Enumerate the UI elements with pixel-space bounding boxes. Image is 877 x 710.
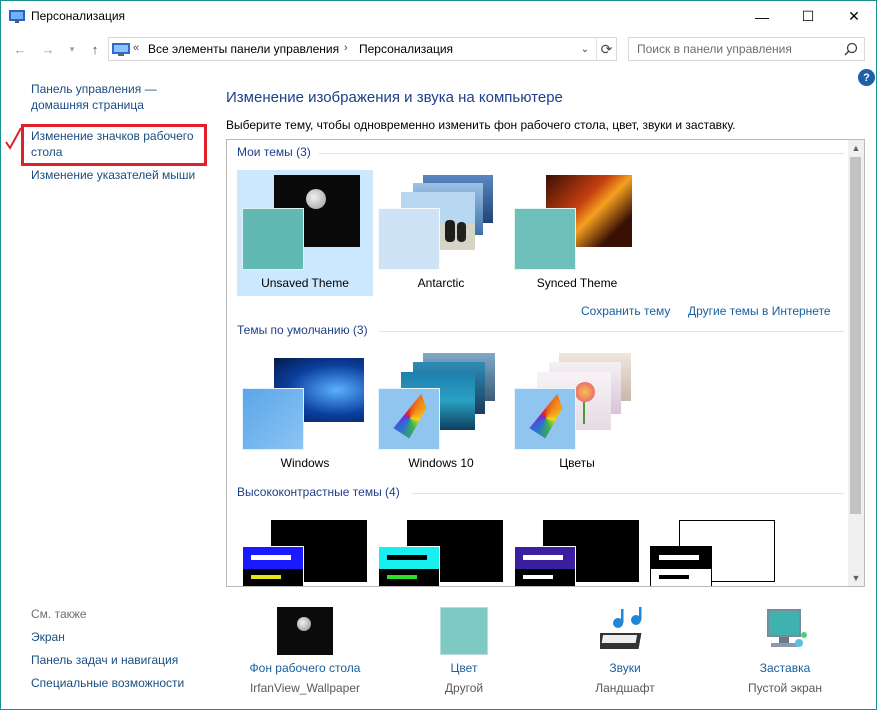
bottom-label[interactable]: Цвет (389, 661, 539, 675)
recent-chevron-down-icon[interactable]: ▾ (63, 41, 81, 57)
sounds-icon (600, 607, 642, 649)
breadcrumb-separator[interactable]: › (344, 42, 348, 54)
minimize-button[interactable]: — (739, 1, 785, 32)
theme-windows-10[interactable]: Windows 10 (373, 350, 509, 476)
maximize-icon: ☐ (801, 8, 815, 24)
title-bar: Персонализация — ☐ ✕ (1, 1, 876, 32)
up-arrow-icon[interactable]: ↑ (86, 41, 104, 57)
search-input[interactable]: Поиск в панели управления (628, 37, 865, 61)
see-also-heading: См. также (31, 607, 87, 621)
refresh-icon[interactable]: ⟳ (596, 38, 616, 60)
bottom-label[interactable]: Звуки (550, 661, 700, 675)
color-palette-icon (378, 388, 440, 450)
control-panel-home-link[interactable]: Панель управления — домашняя страница (31, 81, 181, 113)
close-button[interactable]: ✕ (831, 1, 877, 32)
teal-color-swatch (514, 208, 576, 270)
bottom-label[interactable]: Заставка (710, 661, 860, 675)
theme-label: Windows (280, 456, 330, 470)
theme-label: Unsaved Theme (261, 276, 349, 290)
contrast-color-swatch (514, 546, 576, 586)
page-title: Изменение изображения и звука на компьют… (226, 89, 563, 106)
bottom-value: Пустой экран (748, 681, 822, 695)
save-theme-link[interactable]: Сохранить тему (581, 304, 670, 318)
group-divider (412, 493, 844, 494)
scroll-up-icon[interactable]: ▲ (848, 140, 864, 156)
theme-gallery: Мои темы (3) Unsaved Theme Antarctic Syn… (226, 139, 865, 587)
bottom-value: Другой (444, 681, 484, 695)
theme-windows[interactable]: Windows (237, 350, 373, 476)
search-placeholder: Поиск в панели управления (637, 42, 792, 56)
theme-label: Цветы (559, 456, 595, 470)
teal-color-swatch (242, 208, 304, 270)
change-mouse-pointers-link[interactable]: Изменение указателей мыши (31, 167, 195, 183)
group-header-high-contrast: Высококонтрастные темы (4) (237, 485, 400, 499)
gallery-scrollbar[interactable]: ▲ ▼ (848, 140, 864, 586)
see-also-taskbar-link[interactable]: Панель задач и навигация (31, 652, 178, 668)
breadcrumb-all-items[interactable]: Все элементы панели управления (148, 42, 339, 56)
help-icon[interactable]: ? (858, 69, 875, 86)
contrast-color-swatch (378, 546, 440, 586)
theme-high-contrast-black[interactable] (509, 512, 645, 586)
group-header-my-themes: Мои темы (3) (237, 145, 311, 159)
forward-arrow-icon[interactable]: → (39, 41, 57, 57)
color-palette-icon (514, 388, 576, 450)
theme-label: Antarctic (417, 276, 465, 290)
window: Персонализация — ☐ ✕ ← → ▾ ↑ « Все элеме… (0, 0, 877, 710)
bottom-label[interactable]: Фон рабочего стола (230, 661, 380, 675)
more-themes-online-link[interactable]: Другие темы в Интернете (688, 304, 831, 318)
screensaver-icon (767, 609, 807, 647)
theme-antarctic[interactable]: Antarctic (373, 170, 509, 296)
address-dropdown-icon[interactable]: ⌄ (575, 38, 595, 60)
scrollbar-thumb[interactable] (850, 157, 861, 514)
color-swatch-icon (440, 607, 488, 655)
bottom-value: IrfanView_Wallpaper (249, 681, 361, 695)
group-header-default-themes: Темы по умолчанию (3) (237, 323, 368, 337)
light-blue-color-swatch (378, 208, 440, 270)
blue-color-swatch (242, 388, 304, 450)
contrast-color-swatch (650, 546, 712, 586)
control-panel-icon (112, 43, 130, 56)
navigation-bar: ← → ▾ ↑ « Все элементы панели управления… (1, 33, 876, 65)
theme-high-contrast-1[interactable] (237, 512, 373, 586)
change-desktop-icons-link[interactable]: Изменение значков рабочего стола (31, 128, 203, 160)
group-divider (379, 331, 844, 332)
close-icon: ✕ (848, 8, 860, 24)
theme-flowers[interactable]: Цветы (509, 350, 645, 476)
scroll-down-icon[interactable]: ▼ (848, 570, 864, 586)
personalization-app-icon (9, 10, 25, 23)
theme-high-contrast-white[interactable] (645, 512, 781, 586)
maximize-button[interactable]: ☐ (785, 1, 831, 32)
back-arrow-icon[interactable]: ← (11, 41, 29, 57)
breadcrumb-overflow[interactable]: « (133, 42, 139, 54)
search-icon[interactable] (844, 42, 858, 56)
theme-label: Windows 10 (408, 456, 474, 470)
theme-unsaved[interactable]: Unsaved Theme (237, 170, 373, 296)
see-also-accessibility-link[interactable]: Специальные возможности (31, 675, 184, 691)
theme-high-contrast-2[interactable] (373, 512, 509, 586)
breadcrumb-personalization[interactable]: Персонализация (359, 42, 453, 56)
theme-label: Synced Theme (536, 276, 618, 290)
contrast-color-swatch (242, 546, 304, 586)
group-divider (319, 153, 844, 154)
theme-synced[interactable]: Synced Theme (509, 170, 645, 296)
window-title: Персонализация (31, 9, 126, 23)
see-also-display-link[interactable]: Экран (31, 629, 65, 645)
bottom-value: Ландшафт (595, 681, 655, 695)
minimize-icon: — (755, 8, 769, 25)
address-bar[interactable]: « Все элементы панели управления › Персо… (108, 37, 617, 61)
page-description: Выберите тему, чтобы одновременно измени… (226, 118, 736, 132)
desktop-background-icon (277, 607, 333, 655)
